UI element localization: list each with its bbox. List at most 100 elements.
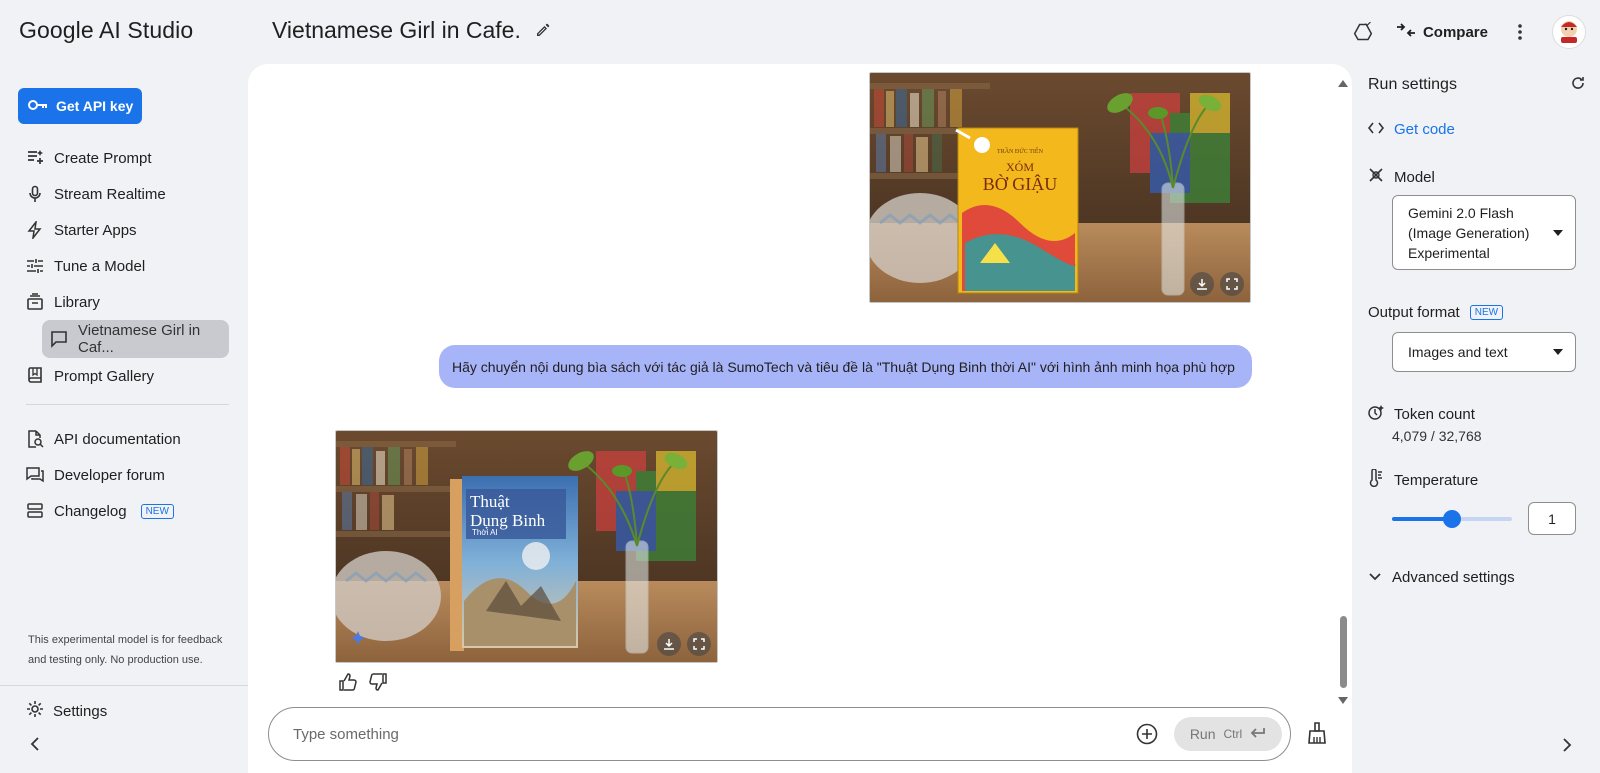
user-message-text: Hãy chuyển nội dung bìa sách với tác giả… [452, 358, 1235, 375]
sidebar-nav: Create Prompt Stream Realtime Starter Ap… [18, 140, 229, 529]
top-actions: Compare [1349, 14, 1586, 50]
get-api-key-label: Get API key [56, 98, 134, 114]
prompt-input[interactable] [293, 725, 1134, 743]
chat-panel: TRẦN ĐỨC TIẾN XÓM BỜ GIẬU Hãy chuyển nội… [248, 64, 1352, 773]
download-icon[interactable] [1190, 272, 1214, 296]
expand-panel-icon[interactable] [1562, 738, 1572, 757]
doc-search-icon [26, 430, 44, 448]
token-count-icon [1368, 404, 1384, 424]
sidebar-item-label: Starter Apps [54, 221, 137, 239]
forum-icon [26, 466, 44, 484]
sliders-icon [26, 257, 44, 275]
scroll-down-arrow[interactable] [1338, 692, 1348, 710]
get-code-link[interactable]: Get code [1367, 117, 1590, 141]
collapse-sidebar-icon[interactable] [30, 737, 40, 756]
model-section: Model [1368, 165, 1590, 189]
user-message: Hãy chuyển nội dung bìa sách với tác giả… [439, 345, 1252, 388]
advanced-settings-toggle[interactable]: Advanced settings [1368, 565, 1590, 589]
model-select[interactable]: Gemini 2.0 Flash (Image Generation) Expe… [1392, 195, 1576, 270]
model-label: Model [1394, 168, 1435, 186]
compare-button[interactable]: Compare [1396, 23, 1488, 41]
thumbs-up-icon[interactable] [339, 673, 357, 696]
sidebar-link-api-docs[interactable]: API documentation [18, 421, 229, 457]
cover-title-line1: Thuật [470, 492, 510, 511]
settings-button[interactable]: Settings [26, 700, 107, 722]
chevron-down-icon [1553, 229, 1563, 236]
sidebar-item-stream-realtime[interactable]: Stream Realtime [18, 176, 229, 212]
sidebar-link-changelog[interactable]: Changelog NEW [18, 493, 229, 529]
compare-label: Compare [1422, 23, 1488, 41]
app-brand: Google AI Studio [19, 17, 194, 43]
sidebar-item-label: Prompt Gallery [54, 367, 155, 385]
drive-check-icon[interactable] [1349, 18, 1377, 46]
sidebar-item-prompt-gallery[interactable]: Prompt Gallery [18, 358, 229, 394]
sidebar-item-starter-apps[interactable]: Starter Apps [18, 212, 229, 248]
output-format-select[interactable]: Images and text [1392, 332, 1576, 372]
get-api-key-button[interactable]: Get API key [18, 88, 142, 124]
model-value: Gemini 2.0 Flash (Image Generation) Expe… [1408, 204, 1530, 261]
sidebar-divider [26, 404, 229, 405]
temperature-input[interactable]: 1 [1528, 502, 1576, 535]
generated-image-1[interactable]: TRẦN ĐỨC TIẾN XÓM BỜ GIẬU [869, 72, 1251, 303]
token-count-label: Token count [1394, 405, 1475, 423]
temperature-slider[interactable] [1392, 509, 1512, 529]
library-item-current-prompt[interactable]: Vietnamese Girl in Caf... [42, 320, 229, 358]
scroll-up-arrow[interactable] [1338, 74, 1348, 92]
response-feedback [339, 673, 387, 696]
code-icon [1367, 121, 1385, 138]
sidebar-item-label: Stream Realtime [54, 185, 166, 203]
sidebar-item-label: Create Prompt [54, 149, 152, 167]
sidebar-item-library[interactable]: Library [18, 284, 229, 320]
book-icon [26, 367, 44, 385]
sidebar-item-tune-model[interactable]: Tune a Model [18, 248, 229, 284]
output-format-label: Output format [1368, 303, 1460, 321]
chat-bubble-icon [50, 330, 68, 348]
model-icon [1368, 167, 1384, 187]
chevron-down-icon [1368, 569, 1382, 586]
sidebar-item-create-prompt[interactable]: Create Prompt [18, 140, 229, 176]
experimental-note: This experimental model is for feedback … [28, 634, 223, 666]
fullscreen-icon[interactable] [687, 632, 711, 656]
temperature-controls: 1 [1392, 502, 1576, 535]
output-format-section: Output format NEW [1368, 300, 1590, 324]
run-settings-header: Run settings [1368, 70, 1590, 100]
library-item-label: Vietnamese Girl in Caf... [78, 322, 201, 356]
edit-title-icon[interactable] [535, 17, 551, 44]
page-title: Vietnamese Girl in Cafe. [272, 17, 551, 44]
thumbs-down-icon[interactable] [369, 673, 387, 696]
gear-icon [26, 700, 44, 722]
settings-label: Settings [53, 702, 108, 720]
slider-handle[interactable] [1443, 509, 1461, 528]
book-title-line1: XÓM [1006, 160, 1034, 174]
add-media-icon[interactable] [1134, 721, 1160, 747]
token-count-value: 4,079 / 32,768 [1392, 428, 1482, 444]
create-prompt-icon [26, 149, 44, 167]
thermometer-icon [1368, 468, 1384, 491]
run-shortcut: Ctrl [1223, 727, 1243, 741]
run-button[interactable]: Run Ctrl [1174, 717, 1282, 751]
output-format-value: Images and text [1408, 344, 1508, 360]
prompt-input-box: Run Ctrl [268, 707, 1291, 761]
generated-image-2[interactable]: Thuật Dụng Binh Thời AI [335, 430, 718, 663]
run-settings-title: Run settings [1368, 76, 1457, 93]
key-icon [28, 98, 48, 114]
reset-icon[interactable] [1570, 75, 1586, 96]
download-icon[interactable] [657, 632, 681, 656]
sidebar-link-label: API documentation [54, 430, 181, 448]
changelog-icon [26, 502, 44, 520]
sidebar-link-label: Changelog [54, 502, 127, 520]
token-count-section: Token count [1368, 402, 1590, 426]
run-settings-panel: Run settings Get code Model Gemini 2.0 F… [1367, 70, 1590, 589]
sidebar-link-label: Developer forum [54, 466, 165, 484]
prompt-title: Vietnamese Girl in Cafe. [272, 17, 521, 43]
fullscreen-icon[interactable] [1220, 272, 1244, 296]
more-options-icon[interactable] [1506, 18, 1534, 46]
advanced-settings-label: Advanced settings [1392, 568, 1515, 586]
sidebar-item-label: Tune a Model [54, 257, 146, 275]
clear-chat-icon[interactable] [1302, 718, 1332, 748]
microphone-icon [26, 185, 44, 203]
chat-scrollbar[interactable] [1340, 616, 1347, 688]
sidebar-link-developer-forum[interactable]: Developer forum [18, 457, 229, 493]
temperature-section: Temperature [1368, 468, 1590, 492]
avatar[interactable] [1552, 15, 1586, 49]
